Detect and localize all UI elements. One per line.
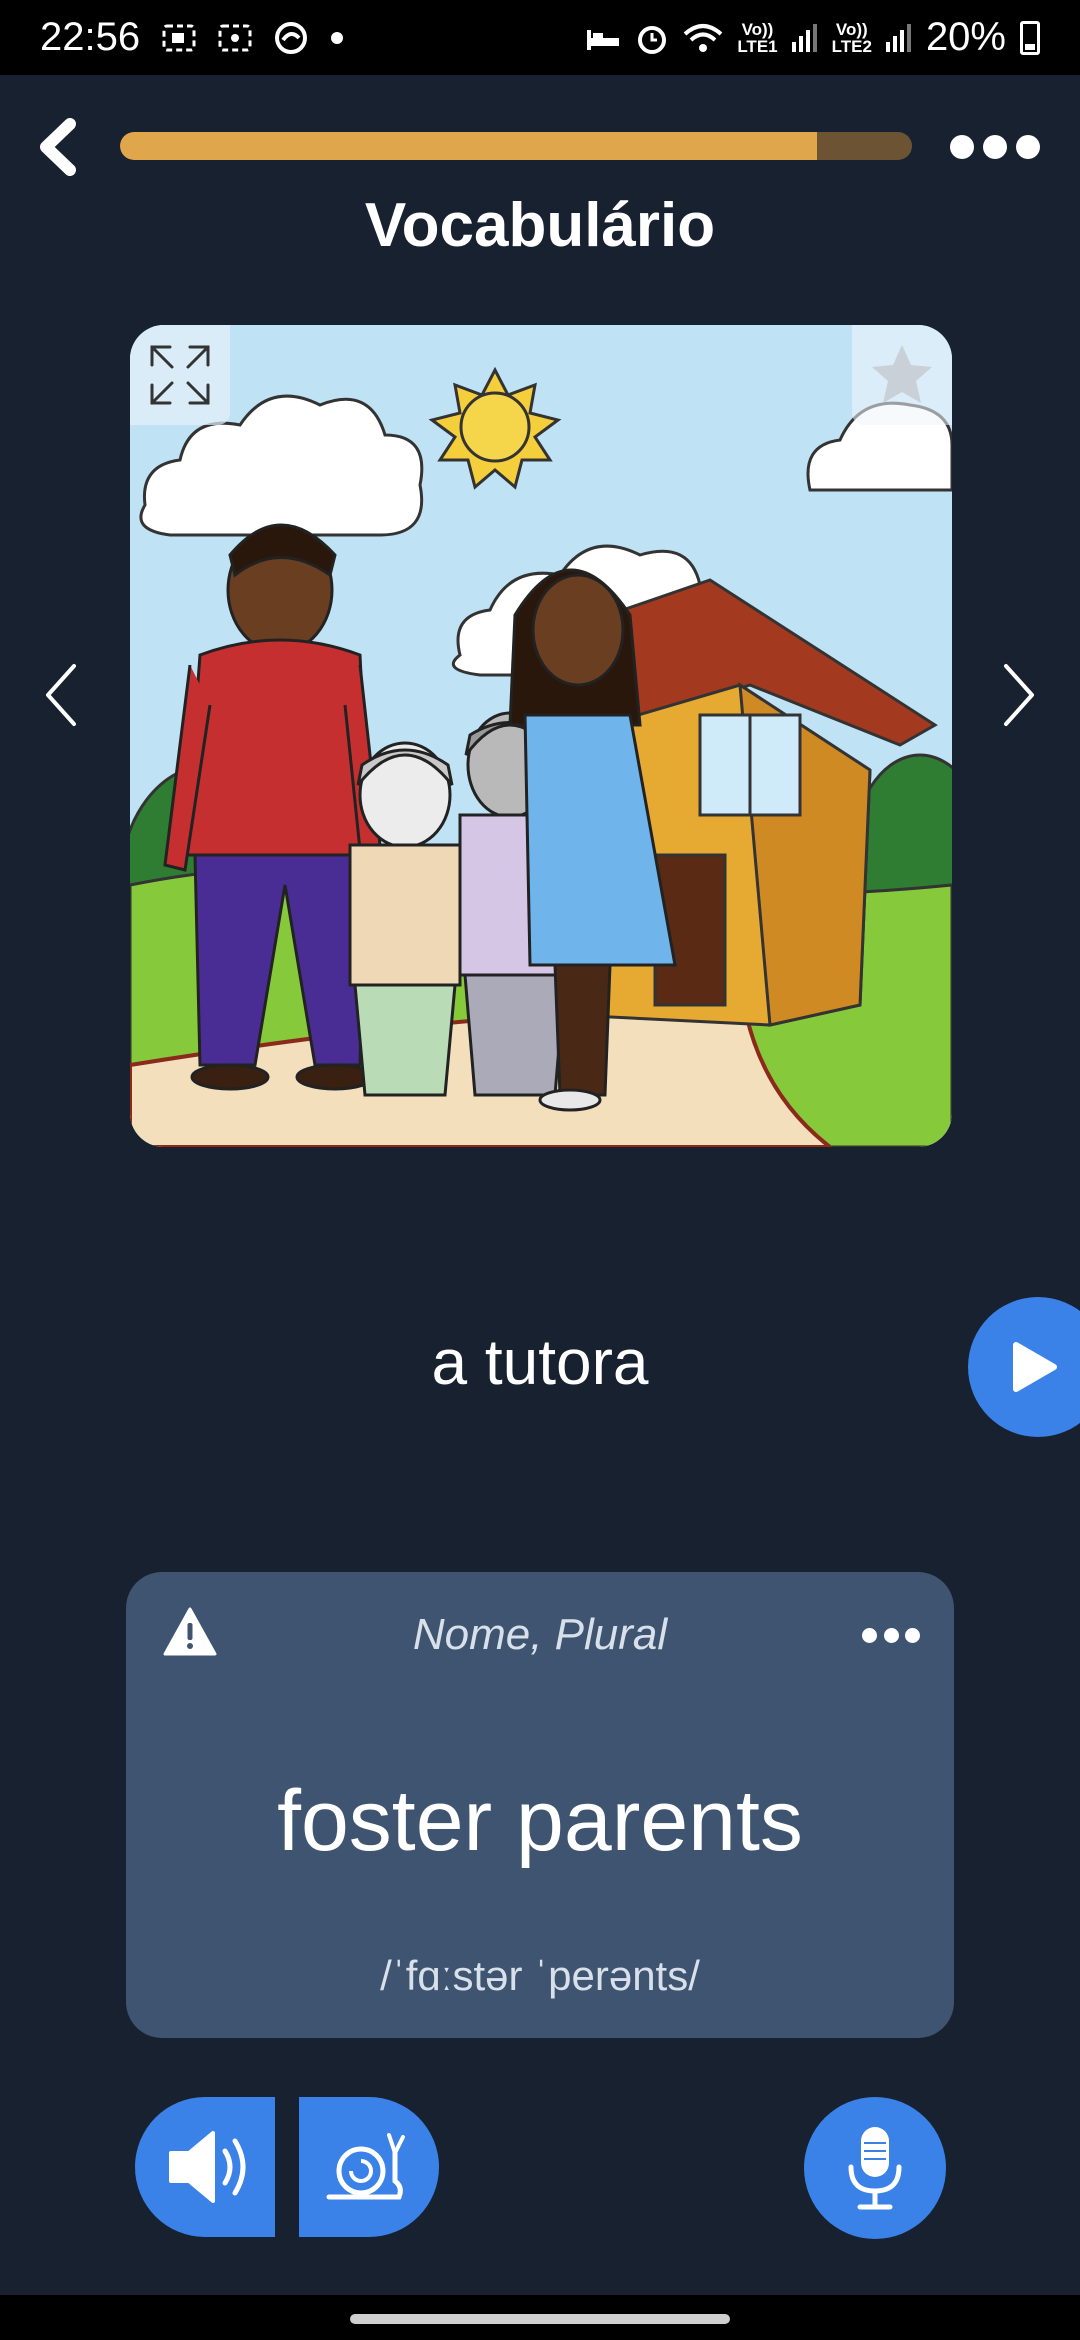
part-of-speech: Nome, Plural [412, 1610, 668, 1659]
more-dots-icon [950, 135, 974, 159]
sim2-label: Vo)) LTE2 [831, 19, 872, 56]
play-button[interactable] [968, 1297, 1080, 1437]
expand-image-button[interactable] [130, 325, 230, 425]
translation-card: Nome, Plural foster parents /ˈfɑːstər ˈp… [126, 1572, 954, 2038]
slow-playback-button[interactable] [299, 2097, 439, 2237]
chevron-left-icon [46, 664, 76, 726]
previous-card-button[interactable] [38, 660, 88, 730]
more-options-button[interactable] [950, 130, 1040, 164]
play-icon [1013, 1342, 1057, 1392]
edge-browser-icon [274, 21, 308, 55]
status-bar: 22:56 Vo)) LTE1 Vo)) LTE2 20% [0, 0, 1080, 75]
signal-1-icon [791, 23, 818, 52]
record-pronunciation-button[interactable] [804, 2097, 946, 2239]
battery-icon [1020, 20, 1040, 55]
favorite-button[interactable] [852, 325, 952, 425]
progress-fill [120, 132, 817, 160]
sim1-label: Vo)) LTE1 [737, 19, 778, 56]
star-icon [872, 345, 932, 403]
home-indicator[interactable] [350, 2314, 730, 2324]
chevron-left-icon [40, 118, 76, 176]
microphone-icon [848, 2127, 902, 2210]
chevron-right-icon [1004, 664, 1034, 726]
battery-percent: 20% [925, 15, 1006, 59]
notification-dot-icon [330, 31, 344, 45]
phonetic-transcription: /ˈfɑːstər ˈperənts/ [380, 1952, 700, 1999]
lesson-progress-bar [120, 132, 912, 160]
back-button[interactable] [30, 112, 90, 182]
translation-text: foster parents [277, 1773, 803, 1869]
vocabulary-illustration [130, 325, 952, 1147]
expand-icon [150, 345, 210, 405]
alarm-icon [635, 21, 669, 55]
page-title: Vocabulário [364, 191, 716, 260]
screen-record-icon [162, 23, 196, 53]
more-dots-icon [862, 1628, 877, 1643]
snail-icon [326, 2133, 405, 2200]
sleep-mode-icon [585, 24, 621, 52]
status-time: 22:56 [40, 15, 141, 59]
listen-button[interactable] [135, 2097, 275, 2237]
screen-capture-icon [218, 23, 252, 53]
signal-2-icon [885, 23, 912, 52]
card-options-button[interactable] [862, 1628, 920, 1644]
vocabulary-word: a tutora [431, 1326, 649, 1398]
wifi-icon [683, 22, 723, 54]
next-card-button[interactable] [992, 660, 1042, 730]
speaker-icon [169, 2131, 246, 2203]
